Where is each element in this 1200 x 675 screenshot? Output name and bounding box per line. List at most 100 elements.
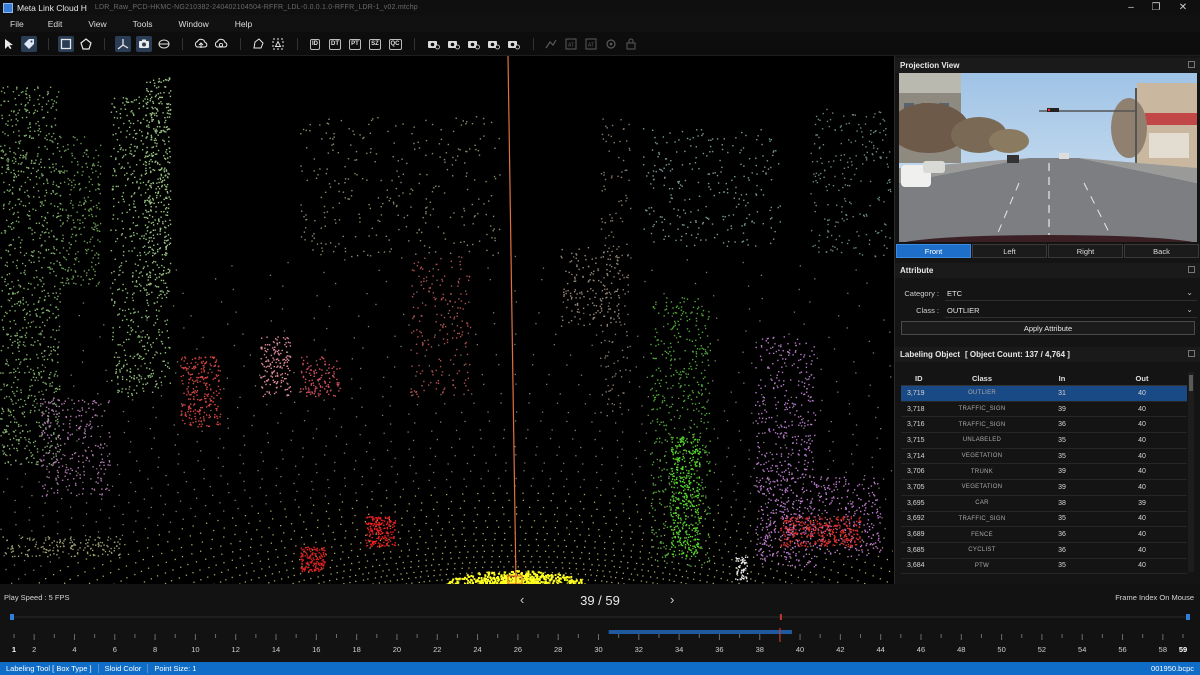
table-row[interactable]: 3,714 VEGETATION 35 40 [901, 449, 1187, 465]
point-cloud-viewport[interactable] [0, 56, 893, 584]
next-frame-button[interactable]: › [670, 592, 674, 607]
scrollbar-thumb[interactable] [1189, 375, 1193, 391]
menu-tools[interactable]: Tools [123, 19, 169, 29]
cell-id: 3,684 [907, 562, 925, 570]
table-row[interactable]: 3,684 PTW 35 40 [901, 559, 1187, 575]
frame-tick-label: 12 [232, 645, 240, 654]
cell-class: PTW [974, 562, 990, 569]
cell-in: 35 [1058, 515, 1066, 523]
select-cursor-icon[interactable] [1, 36, 17, 52]
table-row[interactable]: 3,689 FENCE 36 40 [901, 527, 1187, 543]
cell-in: 35 [1058, 562, 1066, 570]
frame-tick-label: 48 [957, 645, 965, 654]
cell-out: 40 [1138, 531, 1146, 539]
pt-button[interactable]: PT [347, 36, 363, 52]
menu-edit[interactable]: Edit [38, 19, 79, 29]
prev-frame-button[interactable]: ‹ [520, 592, 524, 607]
table-row[interactable]: 3,715 UNLABELED 35 40 [901, 433, 1187, 449]
shape-edit-icon[interactable] [250, 36, 266, 52]
cell-id: 3,716 [907, 421, 925, 429]
close-button[interactable]: ✕ [1170, 0, 1196, 15]
tab-front[interactable]: Front [896, 244, 971, 258]
table-row[interactable]: 3,706 TRUNK 39 40 [901, 464, 1187, 481]
cell-out: 40 [1138, 389, 1146, 397]
frame-range-track[interactable] [10, 614, 1190, 620]
table-scrollbar[interactable] [1188, 372, 1194, 572]
tab-left[interactable]: Left [972, 244, 1047, 258]
menu-help[interactable]: Help [225, 19, 262, 29]
cell-class: TRUNK [970, 468, 994, 475]
frame-tick-label: 16 [312, 645, 320, 654]
axis-tool-icon[interactable] [115, 36, 131, 52]
column-header-in[interactable]: In [1027, 374, 1097, 383]
class-select[interactable]: OUTLIER ⌄ [945, 304, 1197, 318]
class-row: Class : OUTLIER ⌄ [899, 303, 1197, 318]
column-header-out[interactable]: Out [1097, 374, 1187, 383]
frame-tick-label: 22 [433, 645, 441, 654]
disabled-tool-icon: AT [583, 36, 599, 52]
minimize-button[interactable]: – [1118, 0, 1144, 15]
camera-settings-icon[interactable] [425, 36, 441, 52]
cell-out: 40 [1138, 562, 1146, 570]
frame-tick-label: 18 [352, 645, 360, 654]
apply-attribute-button[interactable]: Apply Attribute [901, 321, 1195, 335]
svg-text:AT: AT [568, 43, 574, 49]
cell-class: FENCE [971, 531, 993, 538]
camera-icon[interactable] [136, 36, 152, 52]
table-row[interactable]: 3,716 TRAFFIC_SIGN 36 40 [901, 417, 1187, 434]
cell-in: 35 [1058, 452, 1066, 460]
table-row[interactable]: 3,692 TRAFFIC_SIGN 35 40 [901, 512, 1187, 528]
frame-ruler[interactable]: 1 2 4 6 8 10 12 14 16 18 20 22 24 26 28 30 32 34 36 38 40 42 4… [0, 624, 1200, 660]
camera-settings-icon[interactable] [485, 36, 501, 52]
track-handle[interactable] [10, 614, 14, 620]
sphere-view-icon[interactable] [156, 36, 172, 52]
box-tool-icon[interactable] [58, 36, 74, 52]
table-row[interactable]: 3,695 CAR 38 39 [901, 496, 1187, 512]
camera-settings-icon[interactable] [505, 36, 521, 52]
table-row[interactable]: 3,718 TRAFFIC_SIGN 39 40 [901, 402, 1187, 418]
table-row[interactable]: 3,685 CYCLIST 36 40 [901, 543, 1187, 559]
column-header-class[interactable]: Class [937, 374, 1027, 383]
cloud-sync-icon[interactable] [213, 36, 229, 52]
frame-range-bar[interactable] [608, 630, 793, 634]
table-header: ID Class In Out [901, 372, 1187, 386]
object-table: ID Class In Out 3,719 OUTLIER 31 40 3,718 TRA… [901, 372, 1187, 575]
table-row[interactable]: 3,719 OUTLIER 31 40 [901, 386, 1187, 402]
id-button[interactable]: ID [307, 36, 323, 52]
frame-tick-label: 20 [393, 645, 401, 654]
menu-view[interactable]: View [78, 19, 122, 29]
frame-tick-label: 14 [272, 645, 280, 654]
cell-id: 3,706 [907, 468, 925, 476]
track-handle[interactable] [1186, 614, 1190, 620]
dt-button[interactable]: DT [327, 36, 343, 52]
panel-float-icon[interactable] [1188, 266, 1195, 273]
category-select[interactable]: ETC ⌄ [945, 287, 1197, 301]
menu-file[interactable]: File [0, 19, 38, 29]
tab-back[interactable]: Back [1124, 244, 1199, 258]
table-row[interactable]: 3,705 VEGETATION 39 40 [901, 480, 1187, 496]
fit-view-icon[interactable] [270, 36, 286, 52]
column-header-id[interactable]: ID [901, 374, 937, 383]
polygon-tool-icon[interactable] [78, 36, 94, 52]
cell-out: 40 [1138, 452, 1146, 460]
frame-tick-label: 46 [917, 645, 925, 654]
cloud-upload-icon[interactable] [193, 36, 209, 52]
qc-button[interactable]: QC [387, 36, 403, 52]
toolbar-separator [414, 38, 415, 50]
camera-settings-icon[interactable] [445, 36, 461, 52]
tag-tool-icon[interactable] [21, 36, 37, 52]
current-frame-marker[interactable] [779, 614, 782, 620]
track-base [10, 616, 1190, 618]
tab-right[interactable]: Right [1048, 244, 1123, 258]
panel-float-icon[interactable] [1188, 350, 1195, 357]
disabled-tool-icon [543, 36, 559, 52]
status-tool: Labeling Tool [ Box Type ] [0, 664, 99, 673]
sz-button[interactable]: SZ [367, 36, 383, 52]
object-count: [ Object Count: 137 / 4,764 ] [965, 350, 1070, 359]
menu-window[interactable]: Window [168, 19, 224, 29]
maximize-button[interactable]: ❐ [1143, 0, 1169, 15]
camera-settings-icon[interactable] [465, 36, 481, 52]
cell-out: 40 [1138, 436, 1146, 444]
cell-out: 40 [1138, 515, 1146, 523]
panel-float-icon[interactable] [1188, 61, 1195, 68]
